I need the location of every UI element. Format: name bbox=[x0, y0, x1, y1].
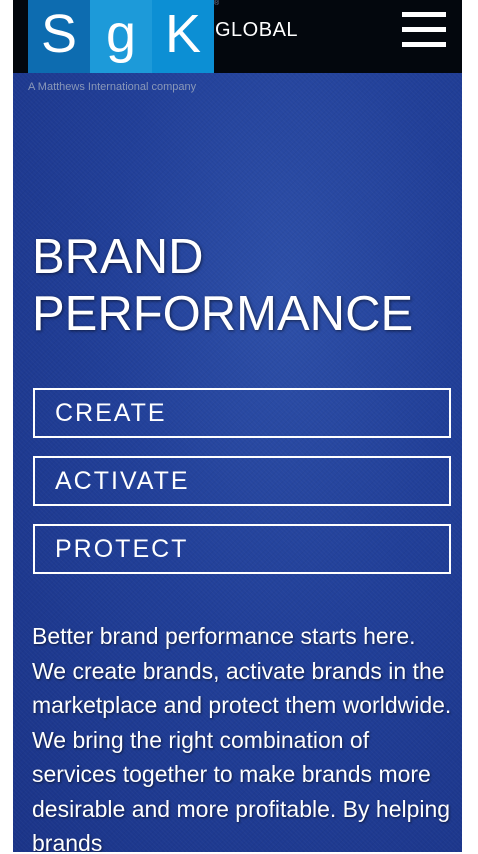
page-title-line-1: BRAND bbox=[32, 230, 204, 284]
registered-mark: ® bbox=[214, 0, 220, 7]
activate-button[interactable]: ACTIVATE bbox=[33, 456, 451, 506]
hamburger-menu-icon[interactable] bbox=[400, 11, 448, 51]
intro-paragraph: Better brand performance starts here. We… bbox=[32, 623, 452, 852]
logo-letter-s: S bbox=[28, 0, 90, 73]
page-title: BRAND PERFORMANCE bbox=[32, 229, 452, 343]
company-tagline: A Matthews International company bbox=[28, 81, 197, 93]
sgk-logo[interactable]: S g K bbox=[28, 0, 214, 73]
logo-wordmark: GLOBAL bbox=[215, 19, 299, 41]
logo-letter-k: K bbox=[152, 0, 214, 73]
page-title-line-2: PERFORMANCE bbox=[32, 287, 414, 341]
logo-letter-g: g bbox=[90, 0, 152, 73]
menu-bar-top bbox=[402, 12, 446, 17]
protect-button[interactable]: PROTECT bbox=[33, 524, 451, 574]
page-viewport: S g K ® GLOBAL A Matthews International … bbox=[13, 0, 462, 852]
create-button[interactable]: CREATE bbox=[33, 388, 451, 438]
menu-bar-middle bbox=[402, 27, 446, 32]
menu-bar-bottom bbox=[402, 42, 446, 47]
header-bar: S g K ® GLOBAL bbox=[13, 0, 462, 73]
